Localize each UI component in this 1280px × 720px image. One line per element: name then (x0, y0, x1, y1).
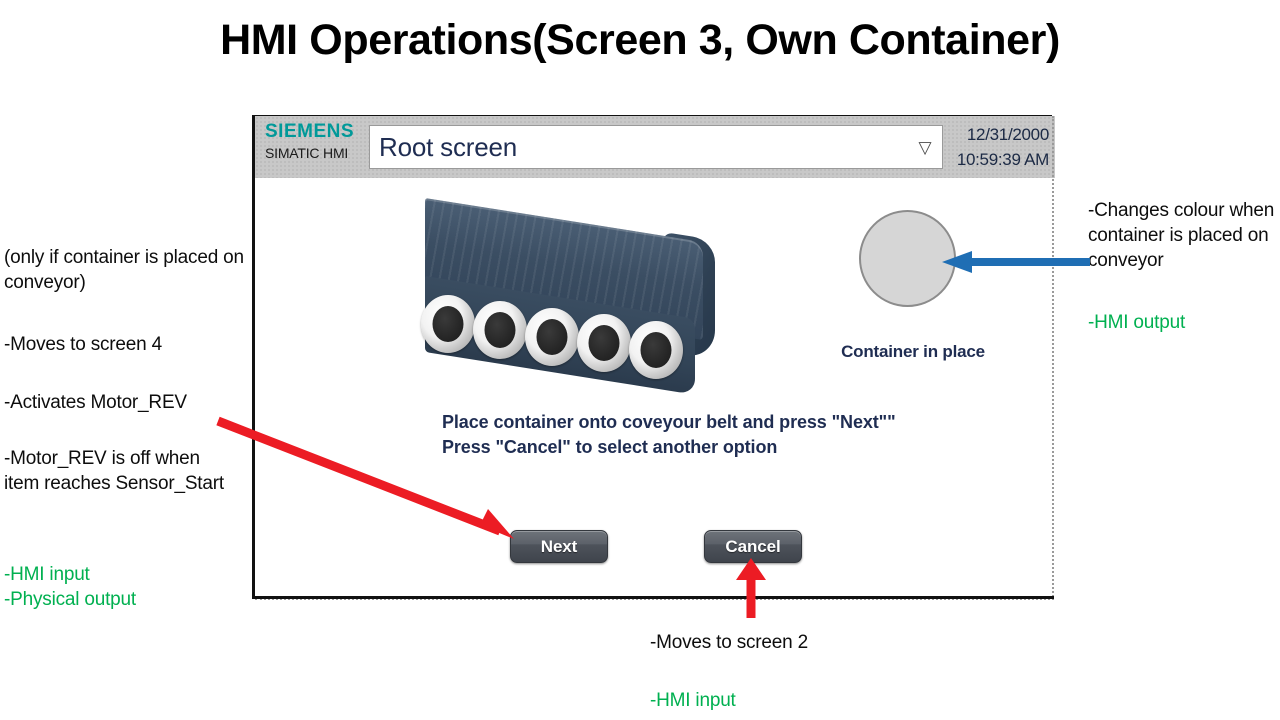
siemens-logo: SIEMENS (265, 121, 355, 142)
conveyor-roller (577, 314, 631, 372)
date-display: 12/31/2000 (966, 125, 1049, 144)
chevron-down-icon[interactable]: ▽ (908, 139, 942, 156)
screen-select-combobox[interactable]: Root screen ▽ (369, 125, 943, 169)
annotation-right-tags: -HMI output (1088, 312, 1186, 333)
time-display: 10:59:39 AM (956, 150, 1049, 169)
conveyor-roller (525, 308, 579, 366)
red-arrow-to-next-button (216, 416, 514, 539)
blue-arrow-to-indicator (942, 251, 1090, 273)
simatic-hmi-label: SIMATIC HMI (265, 145, 349, 161)
annotation-changes-colour: -Changes colour when container is placed… (1088, 200, 1275, 271)
annotation-motor-rev-off: -Motor_REV is off when item reaches Sens… (4, 448, 224, 494)
conveyor-roller (629, 321, 683, 379)
annotation-moves-to-screen-2: -Moves to screen 2 (650, 632, 808, 653)
hmi-header-bar: SIEMENS SIMATIC HMI Root screen ▽ 12/31/… (255, 116, 1055, 178)
annotation-bottom-tags: -HMI input (650, 690, 736, 711)
red-arrow-to-cancel-button (736, 558, 766, 618)
container-in-place-label: Container in place (841, 342, 985, 361)
conveyor-belt-graphic (415, 198, 725, 395)
conveyor-roller (473, 301, 527, 359)
annotation-activates-motor-rev: -Activates Motor_REV (4, 392, 187, 413)
brand-block: SIEMENS SIMATIC HMI (255, 116, 363, 178)
annotation-only-if-container: (only if container is placed on conveyor… (4, 247, 244, 293)
annotation-moves-to-screen-4: -Moves to screen 4 (4, 334, 162, 355)
datetime-block: 12/31/2000 10:59:39 AM (951, 122, 1049, 172)
page-title: HMI Operations(Screen 3, Own Container) (220, 16, 1060, 64)
annotation-left-tags: -HMI input -Physical output (4, 564, 136, 610)
hmi-panel-bottom-border (252, 596, 1054, 599)
screen-select-value: Root screen (379, 131, 517, 162)
conveyor-roller (421, 295, 475, 353)
